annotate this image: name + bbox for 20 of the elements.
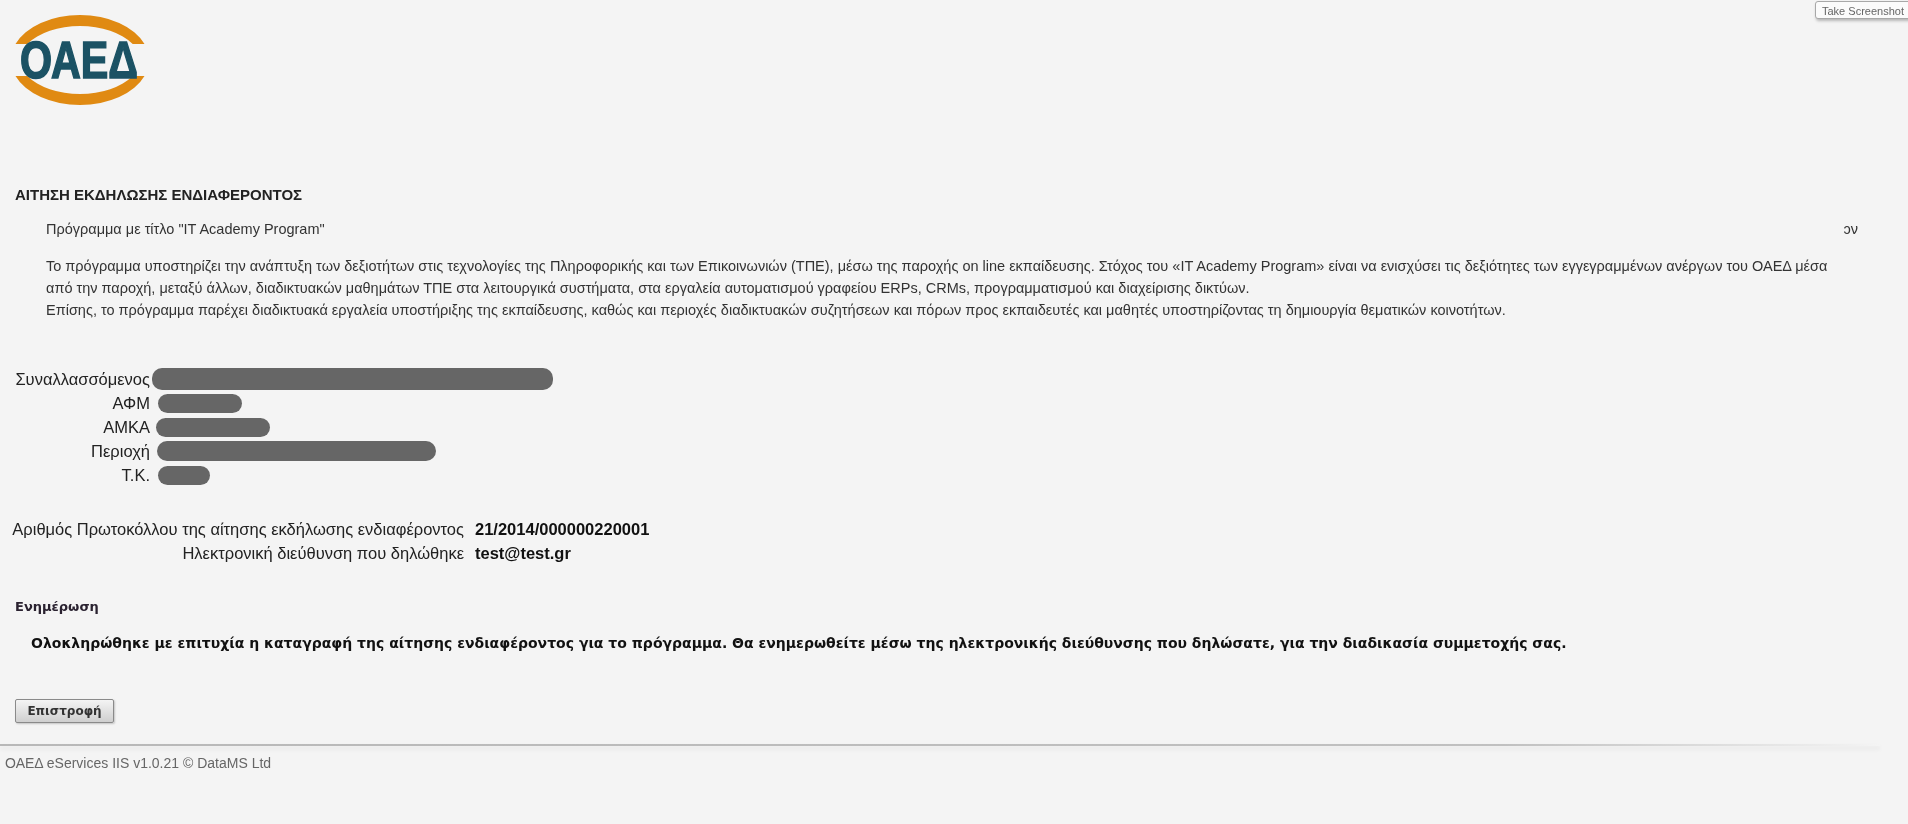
program-title: Πρόγραμμα με τίτλο "IT Academy Program" [46,220,325,238]
footer-text: ΟΑΕΔ eServices IIS v1.0.21 © DataMS Ltd [5,754,273,772]
back-button[interactable]: Επιστροφή [15,699,114,723]
field-value: test@test.gr [475,543,572,563]
field-label: Αριθμός Πρωτοκόλλου της αίτησης εκδήλωσης ενδιαφέροντος [11,519,464,539]
description-paragraph: Επίσης, το πρόγραμμα παρέχει διαδικτυακά εργαλεία υποστήριξης της εκπαίδευσης, καθώς και περιοχές διαδικτυακών συζητήσεων και πόρων προς εκπαιδευτές και μαθητές υποστηρίζοντας τη δημιουργία θεματικών κοινοτήτων. [46,301,1507,320]
field-label: Περιοχή [90,441,150,461]
tooltip: Take Screenshot [1815,1,1908,19]
logo: ΟΑΕΔ [10,14,150,106]
field-label: Ηλεκτρονική διεύθυνση που δηλώθηκε [181,543,464,563]
page-title: ΑΙΤΗΣΗ ΕΚΔΗΛΩΣΗΣ ΕΝΔΙΑΦΕΡΟΝΤΟΣ [15,186,304,204]
success-message: Ολοκληρώθηκε με επιτυχία η καταγραφή της αίτησης ενδιαφέροντος για το πρόγραμμα. Θα ενημερωθείτε μέσω της ηλεκτρονικής διεύθυνσης που δηλώσατε, για την διαδικασία συμμετοχής σας. [31,634,1568,653]
field-value: 21/2014/000000220001 [475,519,651,539]
section-heading: Ενημέρωση [15,599,100,615]
field-label: ΑΜΚΑ [102,417,150,437]
text-fragment: ɔν [1843,220,1858,238]
field-label: ΑΦΜ [111,393,150,413]
field-label: Συναλλασσόμενος [14,369,150,389]
field-label: Τ.Κ. [120,465,150,485]
description-paragraph: Το πρόγραμμα υποστηρίζει την ανάπτυξη των δεξιοτήτων στις τεχνολογίες της Πληροφορικής και των Επικοινωνιών (ΤΠΕ), μέσω της παροχής on line εκπαίδευσης. Στόχος του «IT Academy Program» είναι να ενισχύσει τις δεξιότητες των εγγεγραμμένων ανέργων του ΟΑΕΔ μέσα από την παροχή, μεταξύ άλλων, διαδικτυακών μαθημάτων ΤΠΕ στα λειτουργικά συστήματα, στα εργαλεία αυτοματισμού γραφείου ERPs, CRMs, προγραμματισμού και διαχείρισης δικτύων. [46,257,1829,298]
